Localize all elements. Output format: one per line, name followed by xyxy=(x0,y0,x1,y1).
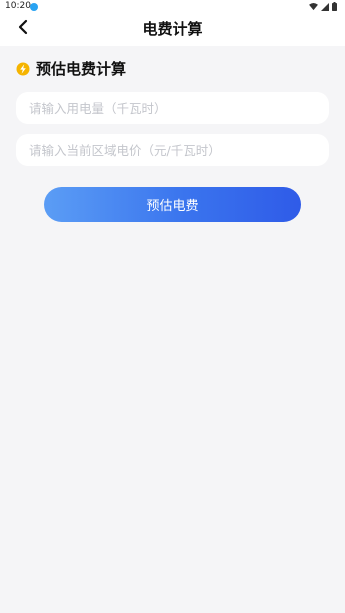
notification-dot-icon xyxy=(30,3,38,11)
usage-input[interactable] xyxy=(16,92,329,124)
app-header: 10:20 电费计算 xyxy=(0,0,345,46)
signal-icon xyxy=(321,2,329,11)
price-input[interactable] xyxy=(16,134,329,166)
battery-icon xyxy=(332,2,337,11)
estimate-button[interactable]: 预估电费 xyxy=(44,187,301,222)
status-time: 10:20 xyxy=(5,1,31,11)
section-title: 预估电费计算 xyxy=(36,60,127,78)
section-header: 预估电费计算 xyxy=(16,58,126,79)
lightning-bolt-icon xyxy=(16,62,30,75)
status-bar: 10:20 xyxy=(0,0,345,14)
wifi-icon xyxy=(309,2,318,10)
status-icons xyxy=(309,2,337,11)
page-title: 电费计算 xyxy=(142,20,203,38)
